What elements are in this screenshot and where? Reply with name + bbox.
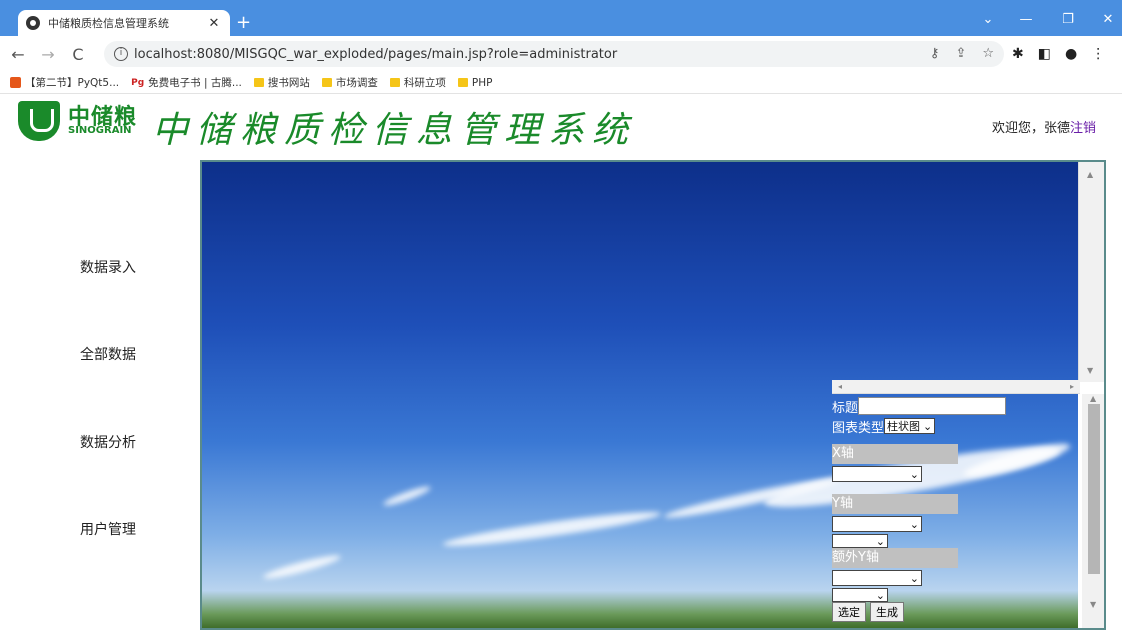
bookmark-item[interactable]: 【第二节】PyQt5...: [10, 75, 119, 90]
config-scroll-thumb[interactable]: [1088, 404, 1100, 574]
chevron-down-icon: ⌄: [875, 534, 885, 548]
system-title: 中储粮质检信息管理系统: [152, 110, 637, 151]
chart-type-select[interactable]: 柱状图 ⌄: [884, 418, 936, 434]
logout-link[interactable]: 注销: [1070, 121, 1096, 136]
tab-title: 中储粮质检信息管理系统: [48, 17, 169, 30]
extra-y-axis-label: 额外Y轴: [832, 548, 958, 568]
folder-icon: [457, 78, 468, 87]
bookmark-item[interactable]: 科研立项: [389, 75, 446, 90]
config-form: 标题 图表类型 柱状图 ⌄ X轴 ⌄ Y轴 ⌄ ⌄ 额外Y轴 ⌄ ⌄ 选定 生成: [832, 396, 1082, 622]
bookmark-item[interactable]: PHP: [457, 77, 492, 89]
folder-icon: [389, 78, 400, 87]
address-bar[interactable]: i localhost:8080/MISGQC_war_exploded/pag…: [104, 41, 1004, 67]
chevron-down-icon: ⌄: [909, 467, 919, 481]
globe-icon: [26, 16, 40, 30]
sidebar-item-user-management[interactable]: 用户管理: [80, 519, 136, 539]
star-icon[interactable]: ☆: [982, 46, 994, 61]
title-label: 标题: [832, 400, 859, 416]
menu-icon[interactable]: ⋮: [1091, 46, 1105, 62]
title-input[interactable]: [858, 397, 1007, 415]
close-tab-icon[interactable]: ✕: [206, 16, 222, 31]
extra-y-axis-select[interactable]: ⌄: [832, 570, 922, 586]
scroll-right-icon[interactable]: ▸: [1070, 382, 1074, 391]
scroll-up-icon[interactable]: ▲: [1090, 394, 1096, 403]
scroll-down-icon[interactable]: ▼: [1090, 600, 1096, 609]
scroll-down-icon[interactable]: ▼: [1087, 366, 1093, 375]
chart-type-label: 图表类型: [832, 420, 885, 436]
folder-icon: [321, 78, 332, 87]
bookmark-item[interactable]: 市场调查: [321, 75, 378, 90]
minimize-icon[interactable]: —: [1012, 12, 1040, 27]
config-horizontal-scrollbar[interactable]: ◂ ▸: [832, 380, 1080, 394]
close-window-icon[interactable]: ✕: [1094, 12, 1122, 27]
url-text: localhost:8080/MISGQC_war_exploded/pages…: [134, 46, 618, 62]
sidebar-item-data-analysis[interactable]: 数据分析: [80, 432, 136, 452]
sidebar-item-data-entry[interactable]: 数据录入: [80, 257, 136, 277]
welcome-text: 欢迎您，张德: [992, 121, 1071, 136]
pdf-icon: Pg: [131, 77, 145, 88]
generate-button[interactable]: 生成: [870, 602, 904, 622]
scroll-left-icon[interactable]: ◂: [838, 382, 842, 391]
gift-icon: [10, 77, 21, 88]
bookmarks-bar: 【第二节】PyQt5... Pg 免费电子书 | 古腾... 搜书网站 市场调查 …: [0, 72, 1122, 94]
frame-scrollbar[interactable]: ▲ ▼: [1078, 162, 1104, 382]
sinograin-logo-icon: [18, 101, 60, 141]
window-top-strip: [0, 0, 1122, 8]
chevron-down-icon: ⌄: [909, 517, 919, 531]
new-tab-icon[interactable]: +: [236, 14, 251, 32]
welcome-area: 欢迎您，张德注销: [992, 117, 1096, 136]
browser-tab[interactable]: 中储粮质检信息管理系统 ✕: [18, 10, 230, 36]
tab-bar: 中储粮质检信息管理系统 ✕ + ⌄ — ❐ ✕: [0, 8, 1122, 36]
y-axis-label: Y轴: [832, 494, 958, 514]
restore-icon[interactable]: ❐: [1054, 12, 1082, 27]
address-row: ← → C i localhost:8080/MISGQC_war_explod…: [0, 36, 1122, 72]
tab-search-icon[interactable]: ⌄: [974, 12, 1002, 27]
config-vertical-scrollbar[interactable]: ▲ ▼: [1082, 394, 1104, 628]
scroll-up-icon[interactable]: ▲: [1087, 170, 1093, 179]
chevron-down-icon: ⌄: [875, 588, 885, 602]
share-icon[interactable]: ⇪: [955, 46, 966, 61]
select-button[interactable]: 选定: [832, 602, 866, 622]
y-axis-secondary-select[interactable]: ⌄: [832, 534, 888, 548]
x-axis-select[interactable]: ⌄: [832, 466, 922, 482]
forward-icon[interactable]: →: [36, 45, 60, 64]
back-icon[interactable]: ←: [6, 45, 30, 64]
logo-en-text: SINOGRAIN: [68, 125, 132, 136]
extra-y-axis-secondary-select[interactable]: ⌄: [832, 588, 888, 602]
site-info-icon[interactable]: i: [114, 47, 128, 61]
y-axis-select[interactable]: ⌄: [832, 516, 922, 532]
bookmark-item[interactable]: Pg 免费电子书 | 古腾...: [131, 75, 242, 90]
chart-config-panel: ◂ ▸ ▲ ▼ 标题 图表类型 柱状图 ⌄ X轴 ⌄ Y轴 ⌄ ⌄ 额外Y轴 ⌄…: [832, 380, 1104, 628]
x-axis-label: X轴: [832, 444, 958, 464]
sidebar-item-all-data[interactable]: 全部数据: [80, 344, 136, 364]
profile-icon[interactable]: ●: [1065, 46, 1077, 62]
main-iframe: ▲ ▼ ◂ ▸ ▲ ▼ 标题 图表类型 柱状图 ⌄ X轴 ⌄ Y轴 ⌄ ⌄ 额外…: [200, 160, 1106, 630]
sidepanel-icon[interactable]: ◧: [1038, 46, 1051, 62]
key-icon[interactable]: ⚷: [930, 46, 940, 61]
folder-icon: [253, 78, 264, 87]
page-content: 中储粮 SINOGRAIN 中储粮质检信息管理系统 欢迎您，张德注销 数据录入 …: [0, 95, 1114, 632]
reload-icon[interactable]: C: [66, 45, 90, 64]
chevron-down-icon: ⌄: [923, 419, 933, 433]
extensions-icon[interactable]: ✱: [1012, 46, 1024, 62]
bookmark-item[interactable]: 搜书网站: [253, 75, 310, 90]
chevron-down-icon: ⌄: [909, 571, 919, 585]
